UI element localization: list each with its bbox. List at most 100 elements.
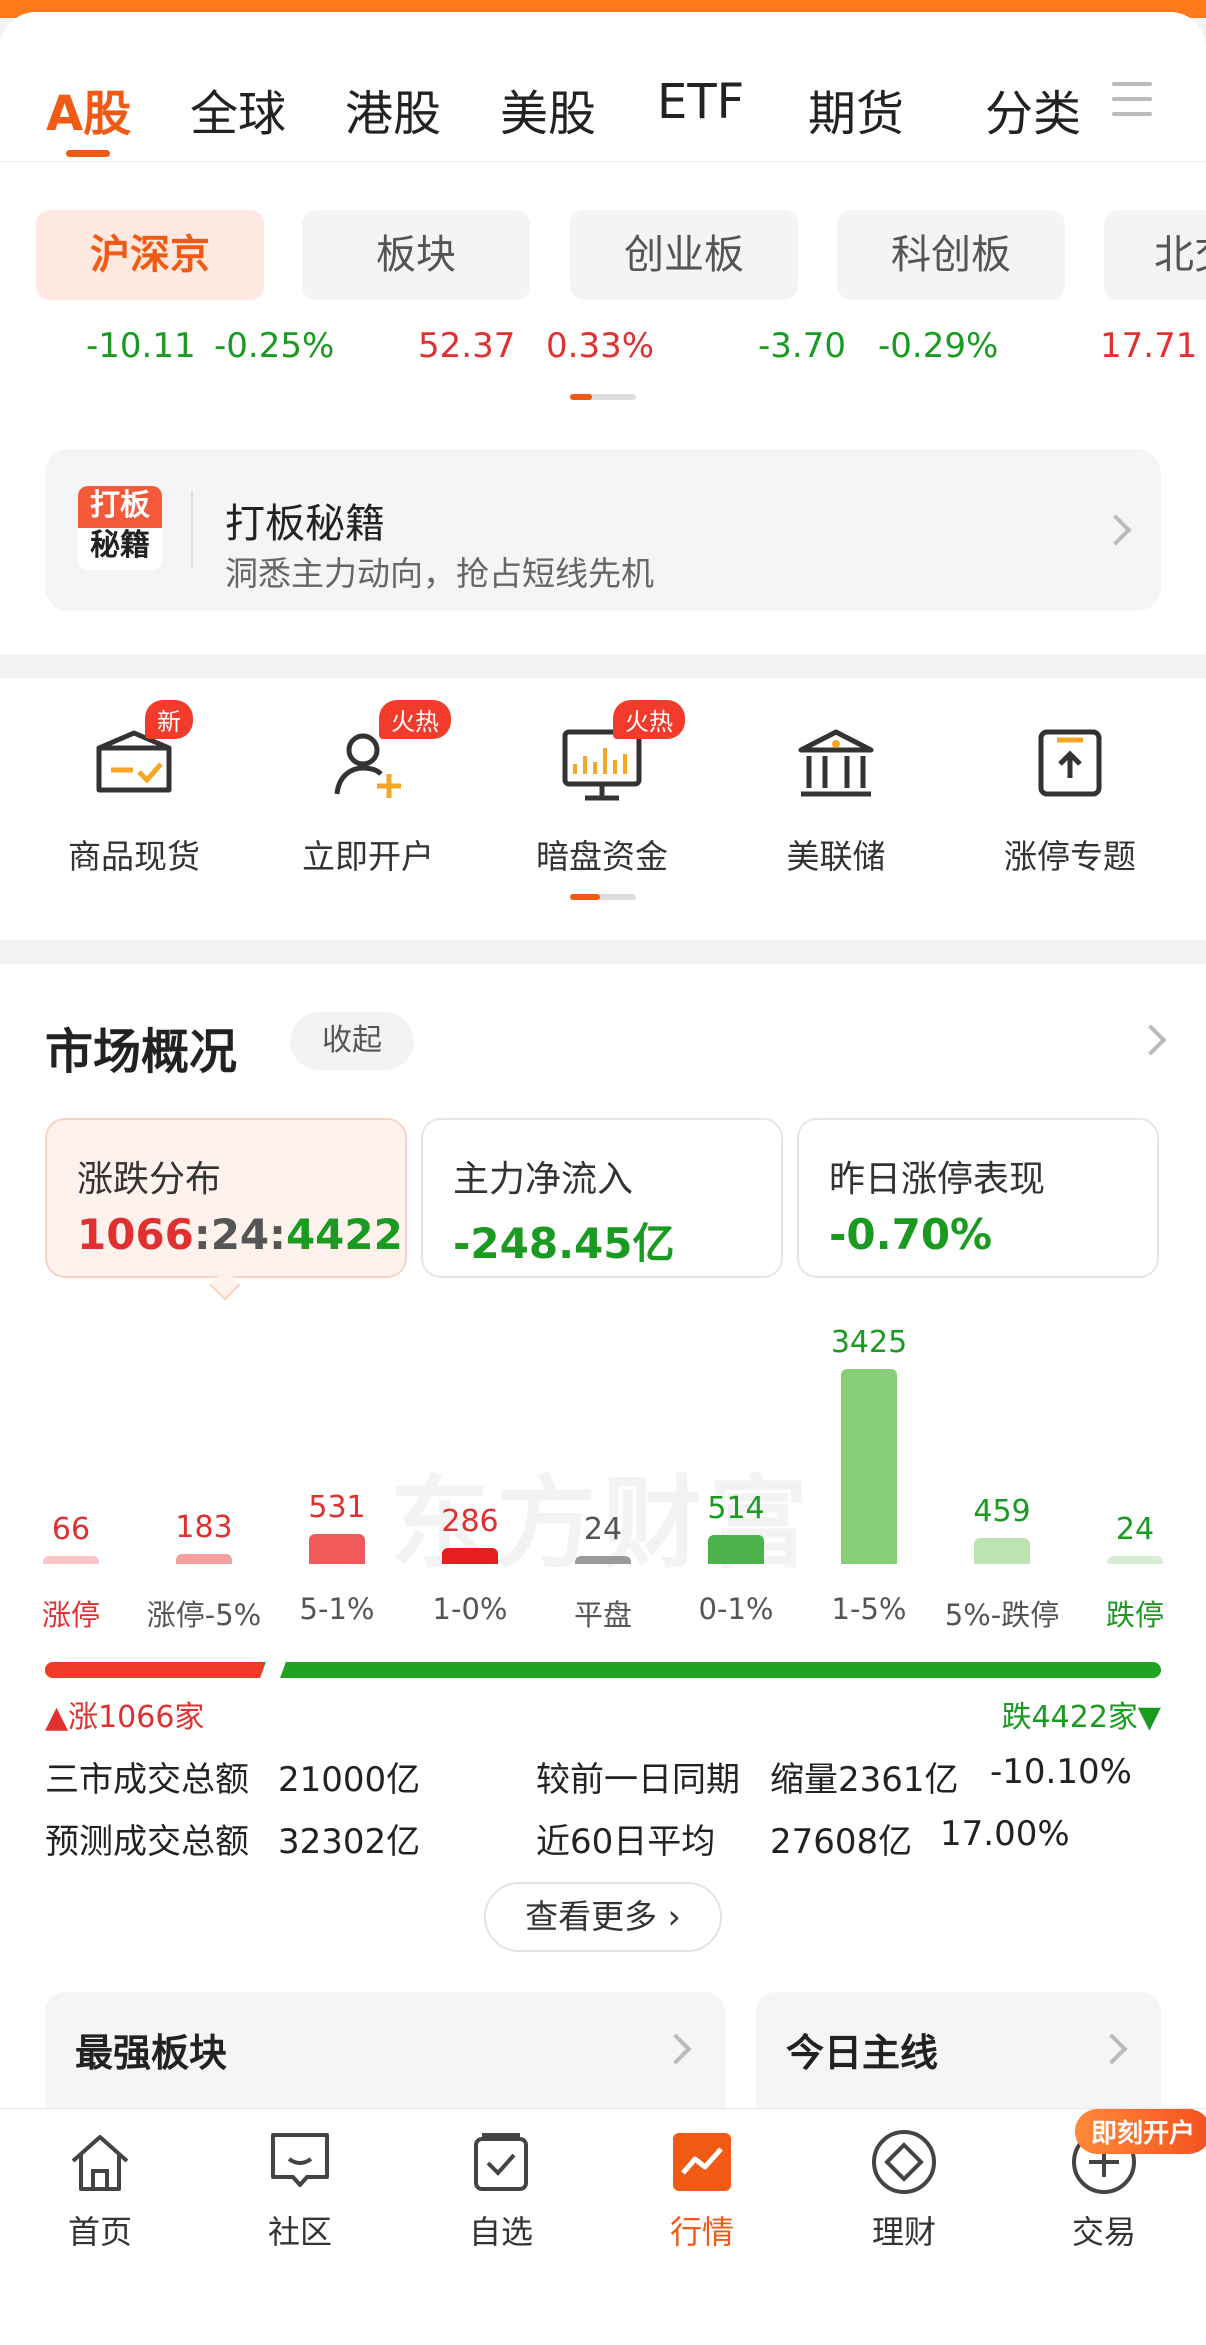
dabang-logo: 打板 秘籍 — [78, 486, 162, 570]
banner-subtitle: 洞悉主力动向，抢占短线先机 — [225, 554, 654, 593]
bar-value-label: 24 — [1115, 1512, 1155, 1547]
quick-item-limit-up[interactable]: 涨停专题 — [960, 718, 1180, 878]
quick-item-fed[interactable]: 美联储 — [726, 718, 946, 878]
stat-label: 近60日平均 — [536, 1822, 716, 1862]
bar-6 — [841, 1369, 897, 1564]
bar-value-label: 531 — [308, 1490, 366, 1525]
open-account-badge[interactable]: 即刻开户 — [1075, 2109, 1206, 2154]
rise-fall-ratio: 1066:24:4422 — [77, 1210, 403, 1259]
nav-community[interactable]: 社区 — [220, 2127, 380, 2253]
tab-global[interactable]: 全球 — [190, 74, 286, 144]
chevron-right-icon[interactable] — [1135, 1024, 1167, 1056]
bar-value-label: 66 — [51, 1512, 91, 1547]
index-change: 52.37 — [418, 326, 516, 366]
monitor-chart-icon: 火热 — [557, 700, 685, 808]
bar-category-label: 跌停 — [1105, 1598, 1164, 1632]
bottom-nav: 首页 社区 自选 行情 理财 交易 即刻开户 — [0, 2108, 1206, 2345]
divider — [191, 491, 193, 569]
quick-item-open-account[interactable]: 火热 立即开户 — [258, 700, 478, 878]
collapse-button[interactable]: 收起 — [290, 1012, 414, 1070]
rise-fall-distribution-chart: 东方财富 66 涨停 183 涨停-5% 531 5-1% 286 1-0% 24 平盘 514 0-… — [0, 1302, 1206, 1642]
rise-count: ▲涨1066家 — [45, 1700, 205, 1735]
stat-value: 27608亿 — [770, 1822, 913, 1862]
tab-us[interactable]: 美股 — [500, 74, 596, 144]
bar-value-label: 24 — [583, 1512, 623, 1547]
section-gap — [0, 940, 1206, 964]
rise-fall-ratio-bar — [45, 1662, 1161, 1678]
badge-hot: 火热 — [379, 700, 451, 739]
tab-a-share[interactable]: A股 — [46, 74, 131, 144]
index-pct: 17.71 — [1100, 326, 1198, 366]
badge-new: 新 — [145, 700, 193, 739]
home-icon — [65, 2127, 135, 2197]
user-add-icon: 火热 — [323, 700, 451, 808]
bar-7 — [974, 1538, 1030, 1564]
arrow-up-icon: ▲ — [45, 1700, 69, 1735]
stat-pct: 17.00% — [940, 1814, 1070, 1854]
tab-category[interactable]: 分类 — [985, 74, 1081, 144]
nav-home[interactable]: 首页 — [20, 2127, 180, 2253]
view-more-button[interactable]: 查看更多 › — [484, 1882, 722, 1952]
nav-watchlist[interactable]: 自选 — [421, 2127, 581, 2253]
stat-label: 三市成交总额 — [45, 1760, 249, 1800]
quick-item-dark-pool[interactable]: 火热 暗盘资金 — [492, 700, 712, 878]
fall-count: 跌4422家▼ — [1001, 1700, 1161, 1735]
bar-value-label: 286 — [441, 1504, 499, 1539]
bar-5 — [708, 1535, 764, 1564]
chevron-right-icon — [1096, 2033, 1128, 2065]
chevron-right-icon — [660, 2033, 692, 2065]
index-page-indicator — [570, 394, 636, 400]
card-rise-fall[interactable]: 涨跌分布 1066:24:4422 — [45, 1118, 407, 1278]
quick-item-goods[interactable]: 新 商品现货 — [24, 700, 244, 878]
tab-futures[interactable]: 期货 — [808, 74, 904, 144]
chat-icon — [265, 2127, 335, 2197]
bar-0 — [43, 1556, 99, 1564]
stat-label: 较前一日同期 — [536, 1760, 740, 1800]
rise-ratio-fill — [45, 1662, 263, 1678]
bar-3 — [442, 1548, 498, 1564]
stat-pct: -10.10% — [990, 1752, 1132, 1792]
nav-wealth[interactable]: 理财 — [824, 2127, 984, 2253]
tab-etf[interactable]: ETF — [657, 74, 744, 130]
card-yesterday-limit-up[interactable]: 昨日涨停表现 -0.70% — [797, 1118, 1159, 1278]
stat-value: 32302亿 — [278, 1822, 421, 1862]
index-pill-sector[interactable]: 板块 — [302, 210, 530, 300]
index-pct: -0.29% — [878, 326, 999, 366]
index-pill-star[interactable]: 科创板 — [837, 210, 1065, 300]
section-title: 市场概况 — [45, 1024, 238, 1080]
badge-hot: 火热 — [613, 700, 685, 739]
section-gap — [0, 654, 1206, 678]
index-row: 沪深京 板块 创业板 科创板 北交 -10.11 -0.25% 52.37 0.… — [0, 210, 1206, 366]
quick-entry-row: 新 商品现货 火热 立即开户 火热 暗盘资金 美联储 涨停专题 — [0, 678, 1206, 940]
quick-page-indicator — [570, 894, 636, 900]
bank-icon — [791, 718, 881, 808]
bar-8 — [1107, 1556, 1163, 1564]
tab-hk[interactable]: 港股 — [345, 74, 441, 144]
nav-market[interactable]: 行情 — [622, 2127, 782, 2253]
bar-value-label: 183 — [175, 1510, 233, 1545]
bar-1 — [176, 1554, 232, 1564]
menu-icon[interactable] — [1112, 82, 1152, 122]
stat-value: 缩量2361亿 — [770, 1760, 959, 1800]
index-change: -3.70 — [758, 326, 846, 366]
upload-box-icon — [1025, 718, 1115, 808]
stat-value: 21000亿 — [278, 1760, 421, 1800]
banner-title: 打板秘籍 — [225, 501, 385, 547]
active-tab-indicator — [66, 150, 110, 157]
index-pill-bse[interactable]: 北交 — [1104, 210, 1206, 300]
market-tabs: A股 全球 港股 美股 ETF 期货 分类 — [0, 12, 1206, 162]
checkbox-icon — [466, 2127, 536, 2197]
index-pill-hsj[interactable]: 沪深京 — [36, 210, 264, 300]
card-net-inflow[interactable]: 主力净流入 -248.45亿 — [421, 1118, 783, 1278]
index-pct: -0.25% — [214, 326, 335, 366]
diamond-icon — [869, 2127, 939, 2197]
dabang-banner[interactable]: 打板 秘籍 打板秘籍 洞悉主力动向，抢占短线先机 — [45, 449, 1161, 611]
index-pill-chinext[interactable]: 创业板 — [570, 210, 798, 300]
index-change: -10.11 — [86, 326, 196, 366]
crate-icon: 新 — [89, 700, 193, 808]
bar-2 — [309, 1534, 365, 1564]
index-pct: 0.33% — [546, 326, 655, 366]
chevron-right-icon — [1100, 514, 1132, 546]
bar-value-label: 3425 — [830, 1325, 908, 1360]
bar-value-label: 459 — [973, 1494, 1031, 1529]
